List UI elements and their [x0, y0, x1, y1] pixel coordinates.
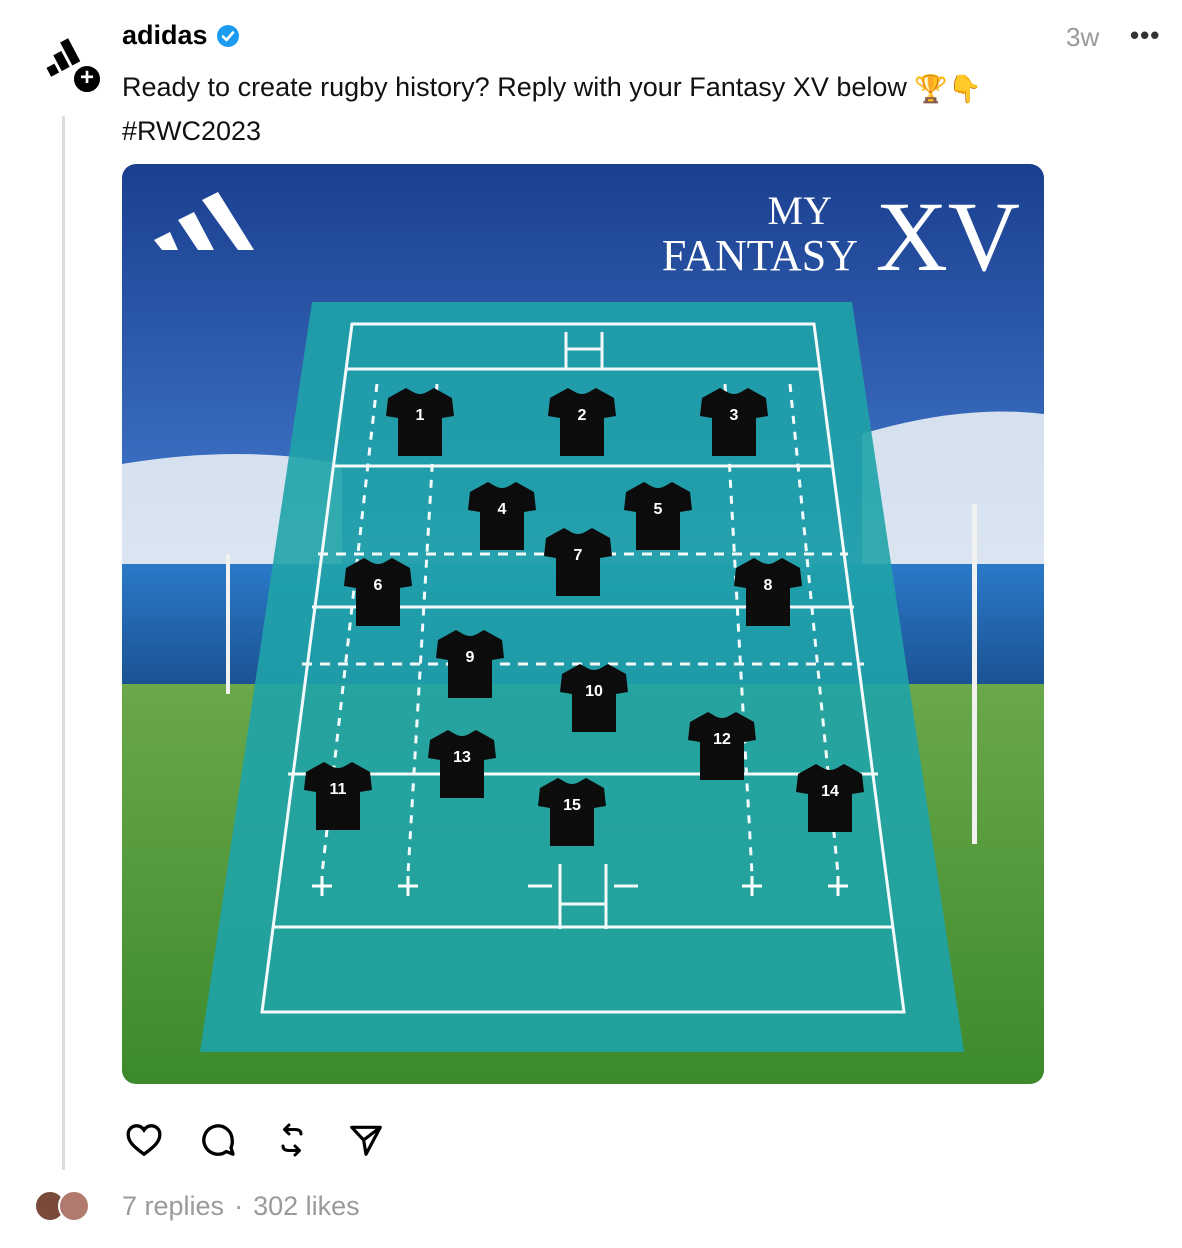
repost-button[interactable]: [270, 1118, 314, 1162]
more-options-button[interactable]: •••: [1130, 20, 1160, 51]
verified-badge-icon: [216, 24, 239, 47]
post-stats: 7 replies · 302 likes: [122, 1191, 360, 1222]
jersey-number: 4: [498, 501, 507, 518]
jersey-number: 12: [713, 731, 731, 748]
username-text[interactable]: adidas: [122, 20, 208, 51]
replier-avatars: [34, 1186, 106, 1226]
jersey-number: 7: [574, 547, 583, 564]
post-caption: Ready to create rugby history? Reply wit…: [122, 66, 1122, 152]
trophy-emoji: 🏆: [914, 73, 949, 104]
title-my: MY: [768, 188, 832, 233]
post-image[interactable]: MY FANTASY XV 1 2 3 4 5 6 7 8 9 10 11 12 13 14 15: [122, 164, 1044, 1084]
share-button[interactable]: [344, 1118, 388, 1162]
jersey-number: 1: [416, 407, 425, 424]
follow-plus-icon[interactable]: +: [70, 62, 104, 96]
caption-text: Ready to create rugby history? Reply wit…: [122, 72, 907, 102]
hashtag-link[interactable]: #RWC2023: [122, 110, 1122, 152]
post-username[interactable]: adidas: [122, 20, 240, 51]
jersey-number: 11: [330, 781, 347, 798]
jersey-number: 8: [764, 577, 773, 594]
jersey-number: 15: [563, 797, 581, 814]
jersey-number: 14: [821, 783, 839, 800]
pointing-down-emoji: 👇: [948, 73, 982, 104]
repost-icon: [281, 1123, 303, 1157]
like-button[interactable]: [122, 1118, 166, 1162]
jersey-number: 9: [466, 649, 475, 666]
post-actions: [122, 1118, 388, 1162]
jersey-number: 6: [374, 577, 383, 594]
stats-separator: ·: [234, 1190, 244, 1221]
jersey-number: 5: [654, 501, 663, 518]
jersey-number: 13: [453, 749, 471, 766]
fantasy-xv-graphic: MY FANTASY XV 1 2 34 56789101112131415: [122, 164, 1044, 1084]
replier-avatar: [58, 1190, 90, 1222]
likes-count[interactable]: 302 likes: [253, 1191, 360, 1221]
title-fantasy: FANTASY: [662, 231, 858, 280]
thread-line: [62, 116, 65, 1170]
title-xv: XV: [876, 181, 1020, 292]
reply-button[interactable]: [196, 1118, 240, 1162]
comment-icon: [202, 1124, 235, 1156]
jersey-number: 3: [730, 407, 739, 424]
replies-count[interactable]: 7 replies: [122, 1191, 224, 1221]
jersey-number: 10: [585, 683, 603, 700]
post-footer: 7 replies · 302 likes: [34, 1186, 360, 1226]
send-icon: [350, 1125, 382, 1156]
post-timestamp: 3w: [1066, 22, 1100, 52]
jersey-number: 2: [578, 407, 587, 424]
heart-icon: [126, 1124, 162, 1157]
